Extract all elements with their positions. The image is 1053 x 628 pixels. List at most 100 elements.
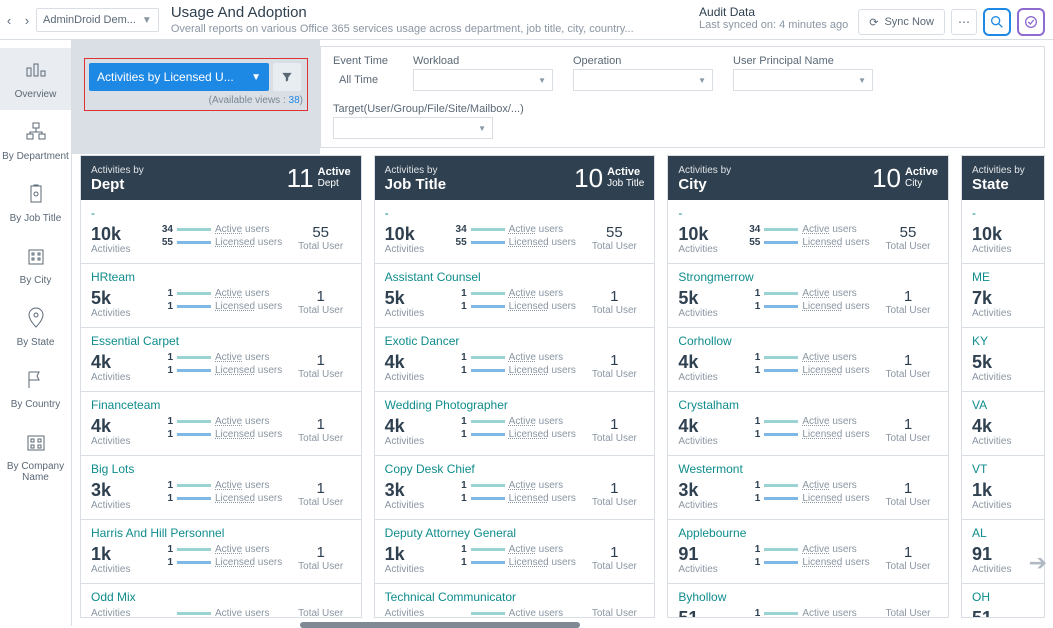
filter-upn-label: User Principal Name (733, 55, 873, 67)
card-total-users: 1Total User (878, 480, 938, 508)
filter-workload-select[interactable]: ▼ (413, 69, 553, 91)
card-name[interactable]: - (678, 206, 938, 220)
data-card: Strongmerrow 5kActivities 1Active users … (668, 264, 948, 328)
data-card: Deputy Attorney General 1kActivities 1Ac… (375, 520, 655, 584)
card-total-users: 1Total User (584, 480, 644, 508)
card-name[interactable]: VT (972, 462, 1034, 476)
card-total-users: 1Total User (878, 352, 938, 380)
card-user-counts: 1Active users 1Licensed users (157, 544, 291, 568)
data-card: Harris And Hill Personnel 1kActivities 1… (81, 520, 361, 584)
filter-upn-select[interactable]: ▼ (733, 69, 873, 91)
card-activities: 4kActivities (385, 352, 451, 383)
card-name[interactable]: Strongmerrow (678, 270, 938, 284)
search-button[interactable] (983, 8, 1011, 36)
data-card: VA 4kActivities (962, 392, 1044, 456)
assistant-button[interactable] (1017, 8, 1045, 36)
card-total-users: 55Total User (878, 224, 938, 252)
card-name[interactable]: Technical Communicator (385, 590, 645, 604)
card-activities: 5kActivities (972, 352, 1034, 383)
chevron-down-icon: ▼ (538, 76, 546, 85)
sync-now-button[interactable]: ⟳ Sync Now (858, 9, 945, 35)
building-icon (24, 244, 48, 271)
card-name[interactable]: KY (972, 334, 1034, 348)
next-page-arrow[interactable]: ➔ (1029, 550, 1047, 576)
card-name[interactable]: Exotic Dancer (385, 334, 645, 348)
breadcrumb-select[interactable]: AdminDroid Dem... ▼ (36, 8, 159, 32)
card-name[interactable]: Crystalham (678, 398, 938, 412)
card-activities: 4kActivities (678, 416, 744, 447)
card-user-counts: 1Active users 1Licensed users (744, 288, 878, 312)
sidebar-item-overview[interactable]: Overview (0, 48, 71, 110)
card-activities: 10kActivities (678, 224, 744, 255)
card-name[interactable]: - (91, 206, 351, 220)
card-total-users: 1Total User (291, 288, 351, 316)
card-user-counts: 1Active users 1Licensed users (744, 480, 878, 504)
card-name[interactable]: ME (972, 270, 1034, 284)
card-name[interactable]: Copy Desk Chief (385, 462, 645, 476)
card-name[interactable]: Westermont (678, 462, 938, 476)
card-name[interactable]: Financeteam (91, 398, 351, 412)
org-chart-icon (24, 120, 48, 147)
card-activities: 10kActivities (385, 224, 451, 255)
card-name[interactable]: Deputy Attorney General (385, 526, 645, 540)
card-activities: 4kActivities (385, 416, 451, 447)
card-total-users: 1Total User (584, 352, 644, 380)
sidebar-item-by-country[interactable]: By Country (0, 358, 71, 420)
nav-forward-icon[interactable]: › (18, 13, 36, 28)
card-activities: 4kActivities (972, 416, 1034, 447)
data-card: Crystalham 4kActivities 1Active users 1L… (668, 392, 948, 456)
overflow-menu-button[interactable]: ⋯ (951, 9, 977, 35)
card-name[interactable]: Byhollow (678, 590, 938, 604)
card-total-users: 1Total User (584, 288, 644, 316)
card-user-counts: 1Active users 1Licensed users (157, 480, 291, 504)
sidebar-item-by-state[interactable]: By State (0, 296, 71, 358)
card-name[interactable]: Harris And Hill Personnel (91, 526, 351, 540)
nav-back-icon[interactable]: ‹ (0, 13, 18, 28)
card-name[interactable]: Corhollow (678, 334, 938, 348)
card-activities: 4kActivities (678, 352, 744, 383)
column-body: - 10kActivities 34Active users 55License… (668, 200, 948, 617)
data-card: KY 5kActivities (962, 328, 1044, 392)
card-user-counts: Active users Licensed users (157, 608, 291, 617)
filter-event-time-label: Event Time (333, 55, 393, 67)
card-name[interactable]: Applebourne (678, 526, 938, 540)
chevron-down-icon: ▼ (858, 76, 866, 85)
card-total-users: 55Total User (291, 224, 351, 252)
data-card: - 10kActivities 34Active users 55License… (375, 200, 655, 264)
card-total-users: 1Total User (291, 480, 351, 508)
card-activities: 51Activities (678, 608, 744, 617)
card-name[interactable]: OH (972, 590, 1034, 604)
column-count: 10 (872, 165, 901, 191)
column-body: - 10kActivities 34Active users 55License… (375, 200, 655, 617)
filter-operation-select[interactable]: ▼ (573, 69, 713, 91)
filter-event-time-value[interactable]: All Time (333, 69, 393, 91)
sidebar-item-by-job-title[interactable]: By Job Title (0, 172, 71, 234)
sidebar-item-by-city[interactable]: By City (0, 234, 71, 296)
card-total-users: Total User (584, 608, 644, 617)
view-select[interactable]: Activities by Licensed U... ▼ (89, 63, 269, 91)
data-card: Financeteam 4kActivities 1Active users 1… (81, 392, 361, 456)
sidebar-item-by-department[interactable]: By Department (0, 110, 71, 172)
sidebar-item-by-company-name[interactable]: By Company Name (0, 420, 71, 493)
card-name[interactable]: AL (972, 526, 1034, 540)
filter-button[interactable] (273, 63, 301, 91)
card-name[interactable]: VA (972, 398, 1034, 412)
card-name[interactable]: Big Lots (91, 462, 351, 476)
card-name[interactable]: - (385, 206, 645, 220)
card-total-users: Total User (291, 608, 351, 617)
card-name[interactable]: Essential Carpet (91, 334, 351, 348)
card-activities: 51Activities (972, 608, 1034, 617)
card-name[interactable]: Odd Mix (91, 590, 351, 604)
column-dept: Activities byDept11 ActiveDept - 10kActi… (80, 155, 362, 618)
sidebar-item-label: By City (20, 275, 52, 286)
data-card: Technical Communicator Activities Active… (375, 584, 655, 617)
company-icon (24, 430, 48, 457)
card-name[interactable]: Wedding Photographer (385, 398, 645, 412)
card-name[interactable]: HRteam (91, 270, 351, 284)
card-name[interactable]: - (972, 206, 1034, 220)
card-total-users: 1Total User (584, 544, 644, 572)
card-name[interactable]: Assistant Counsel (385, 270, 645, 284)
card-activities: Activities (385, 608, 451, 617)
filter-target-select[interactable]: ▼ (333, 117, 493, 139)
filter-target-label: Target(User/Group/File/Site/Mailbox/...) (333, 103, 1032, 115)
